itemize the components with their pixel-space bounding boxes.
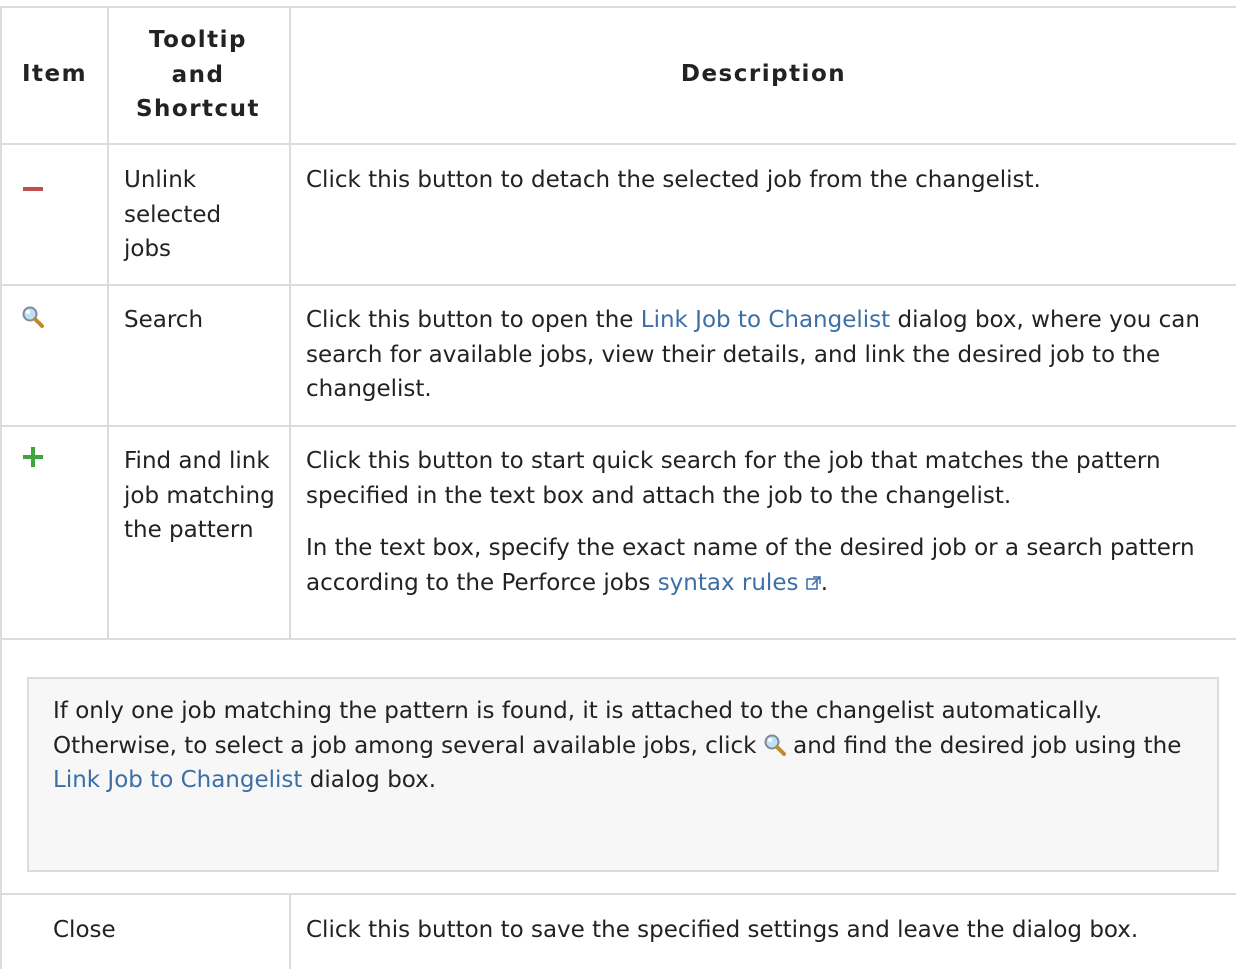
plus-icon xyxy=(23,447,43,473)
external-link-icon xyxy=(806,575,821,590)
header-bottom-border xyxy=(0,143,1236,145)
table-top-border xyxy=(0,6,1236,8)
note-text: If only one job matching the pattern is … xyxy=(53,698,1182,793)
tooltip-column-divider xyxy=(289,6,291,638)
close-item: Close xyxy=(53,917,116,943)
row1-description: Click this button to detach the selected… xyxy=(306,167,1041,193)
link-job-to-changelist-link[interactable]: Link Job to Changelist xyxy=(641,307,890,333)
close-description: Click this button to save the specified … xyxy=(306,917,1139,943)
row2-bottom-border xyxy=(0,425,1236,427)
note-row-bottom-border xyxy=(0,893,1236,895)
row2-tooltip: Search xyxy=(124,307,204,333)
close-row-divider xyxy=(289,893,291,969)
row3-bottom-border xyxy=(0,638,1236,640)
search-icon xyxy=(764,734,786,756)
table-left-border xyxy=(0,6,2,969)
minus-icon xyxy=(23,173,43,199)
row3-tooltip: Find and link job matching the pattern xyxy=(124,448,275,543)
row3-description: Click this button to start quick search … xyxy=(306,448,1161,509)
header-item: Item xyxy=(21,61,88,87)
row1-tooltip: Unlink selected jobs xyxy=(124,167,222,262)
row1-bottom-border xyxy=(0,284,1236,286)
row2-description: Click this button to open the Link Job t… xyxy=(306,307,1200,402)
row3-description-syntax: In the text box, specify the exact name … xyxy=(306,535,1195,596)
header-description: Description xyxy=(680,61,847,87)
item-column-divider xyxy=(107,6,109,638)
header-tooltip-shortcut: Tooltip and Shortcut xyxy=(135,27,261,122)
syntax-rules-link[interactable]: syntax rules xyxy=(658,570,821,596)
search-icon xyxy=(22,306,44,334)
note-link-job-to-changelist-link[interactable]: Link Job to Changelist xyxy=(53,767,302,793)
